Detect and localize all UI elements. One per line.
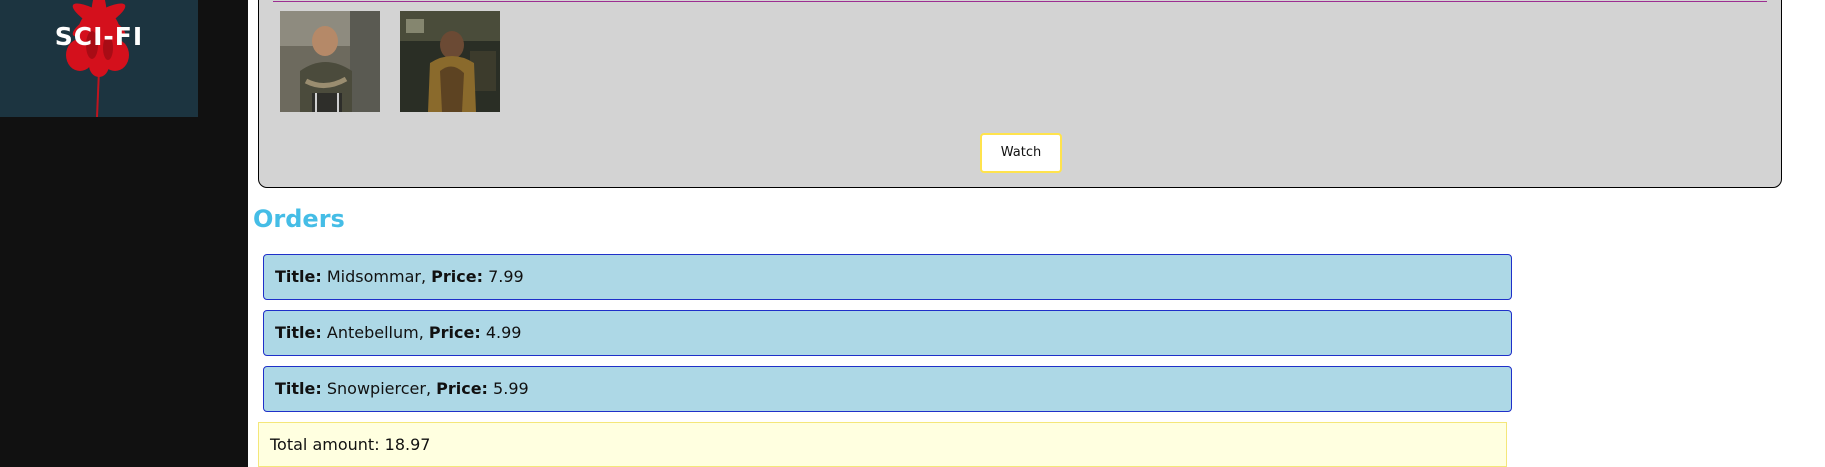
price-key: Price: (431, 267, 483, 286)
price-key: Price: (436, 379, 488, 398)
movie-card: Watch (258, 0, 1782, 188)
total-label: Total amount: (270, 435, 380, 454)
title-key: Title: (275, 267, 322, 286)
title-key: Title: (275, 323, 322, 342)
movie-still-1-image (280, 11, 380, 112)
order-row: Title: Midsommar, Price: 7.99 (263, 254, 1512, 300)
sidebar: SCI-FI (0, 0, 248, 467)
card-divider (273, 1, 1767, 2)
genre-title: SCI-FI (54, 22, 144, 51)
orders-heading: Orders (253, 205, 345, 233)
watch-button[interactable]: Watch (980, 133, 1062, 173)
order-price: 5.99 (493, 379, 529, 398)
order-price: 4.99 (485, 323, 522, 342)
order-title: Antebellum (326, 323, 419, 342)
order-title: Midsommar (326, 267, 421, 286)
movie-still-2-image (400, 11, 500, 112)
total-amount-box: Total amount: 18.97 (258, 422, 1507, 467)
genre-tile-sci-fi[interactable]: SCI-FI (0, 0, 198, 117)
page: SCI-FI Watch Orders Title: Midsommar, Pr… (0, 0, 1825, 467)
order-price: 7.99 (488, 267, 524, 286)
order-row: Title: Antebellum, Price: 4.99 (263, 310, 1512, 356)
title-key: Title: (275, 379, 322, 398)
flower-image (0, 0, 198, 117)
price-key: Price: (428, 323, 481, 342)
order-title: Snowpiercer (326, 379, 426, 398)
movie-still-2[interactable] (400, 11, 500, 112)
order-row: Title: Snowpiercer, Price: 5.99 (263, 366, 1512, 412)
total-value: 18.97 (384, 435, 431, 454)
movie-still-1[interactable] (280, 11, 380, 112)
